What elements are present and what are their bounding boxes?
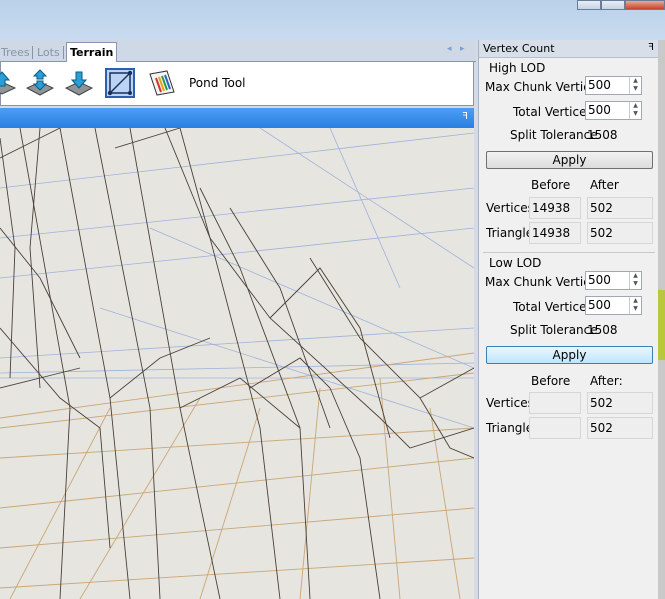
right-edge-strip [658, 40, 665, 599]
low-after-header: After: [590, 374, 623, 388]
high-triangle-after: 502 [587, 222, 653, 244]
active-tool-label: Pond Tool [189, 76, 246, 90]
tab-trees[interactable]: Trees [1, 45, 30, 62]
pin-icon[interactable]: ꟻ [462, 111, 468, 122]
high-vertices-label: Vertices [486, 201, 534, 215]
terrain-smooth-tool[interactable] [25, 68, 55, 98]
high-triangle-before: 14938 [529, 222, 581, 244]
spinner-arrows-icon[interactable]: ▲ ▼ [629, 77, 641, 94]
terrain-toolbar: Pond Tool [0, 62, 474, 106]
vertex-count-panel: Vertex Count ꟻ High LOD Max Chunk Vertic… [478, 40, 659, 599]
close-button[interactable] [625, 0, 665, 10]
tab-terrain[interactable]: Terrain [66, 42, 118, 63]
high-max-chunk-input[interactable]: 500 ▲ ▼ [585, 76, 642, 95]
high-split-label: Split Tolerance [510, 128, 598, 142]
terrain-raise-icon [0, 71, 17, 95]
low-vertices-after: 502 [587, 392, 653, 414]
low-split-value: 1508 [587, 323, 618, 337]
tool-tab-strip: Trees Lots Terrain ◂ ▸ [0, 40, 476, 63]
terrain-lower-tool[interactable] [64, 68, 94, 98]
low-total-input[interactable]: 500 ▲ ▼ [585, 296, 642, 315]
high-before-header: Before [531, 178, 571, 192]
high-vertices-before: 14938 [529, 197, 581, 219]
low-before-header: Before [531, 374, 571, 388]
terrain-edge-icon [107, 70, 133, 96]
low-triangle-after: 502 [587, 417, 653, 439]
pond-tool[interactable] [147, 68, 177, 98]
low-total-value: 500 [588, 298, 611, 312]
spinner-arrows-icon[interactable]: ▲ ▼ [629, 297, 641, 314]
terrain-wireframe-mesh [0, 128, 474, 599]
spinner-arrows-icon[interactable]: ▲ ▼ [629, 102, 641, 119]
tab-scroll-right-icon[interactable]: ▸ [460, 44, 465, 54]
terrain-lower-icon [64, 71, 94, 96]
low-split-label: Split Tolerance [510, 323, 598, 337]
edge-highlight [658, 290, 665, 360]
tab-separator [63, 46, 64, 59]
low-apply-button[interactable]: Apply [486, 346, 653, 364]
low-triangle-label: Triangle [486, 421, 534, 435]
high-after-header: After [590, 178, 619, 192]
high-apply-button[interactable]: Apply [486, 151, 653, 169]
app-window: Trees Lots Terrain ◂ ▸ Pond Tool ꟻ Verte… [0, 0, 665, 599]
spinner-arrows-icon[interactable]: ▲ ▼ [629, 272, 641, 289]
low-vertices-label: Vertices [486, 396, 534, 410]
panel-title: Vertex Count ꟻ [479, 40, 659, 58]
low-max-chunk-input[interactable]: 500 ▲ ▼ [585, 271, 642, 290]
terrain-viewport[interactable] [0, 128, 474, 599]
low-vertices-before [529, 392, 581, 414]
low-lod-title: Low LOD [489, 256, 542, 270]
panel-title-text: Vertex Count [483, 42, 555, 55]
terrain-edge-tool[interactable] [105, 68, 135, 98]
section-divider [483, 252, 655, 253]
low-max-chunk-value: 500 [588, 273, 611, 287]
high-triangle-label: Triangle [486, 226, 534, 240]
tab-scroll-left-icon[interactable]: ◂ [447, 44, 452, 54]
viewport-header: ꟻ [0, 108, 474, 128]
high-max-chunk-value: 500 [588, 78, 611, 92]
minimize-button[interactable] [577, 0, 601, 10]
high-total-input[interactable]: 500 ▲ ▼ [585, 101, 642, 120]
high-total-value: 500 [588, 103, 611, 117]
pond-tool-icon [149, 70, 175, 96]
terrain-raise-tool[interactable] [0, 68, 17, 98]
high-lod-title: High LOD [489, 61, 546, 75]
terrain-smooth-icon [25, 69, 55, 96]
high-split-value: 1508 [587, 128, 618, 142]
tab-lots[interactable]: Lots [37, 45, 60, 62]
maximize-button[interactable] [601, 0, 625, 10]
window-controls [577, 0, 665, 10]
low-triangle-before [529, 417, 581, 439]
tab-separator [32, 46, 33, 59]
panel-pin-icon[interactable]: ꟻ [648, 42, 654, 53]
title-bar [0, 0, 665, 40]
high-vertices-after: 502 [587, 197, 653, 219]
